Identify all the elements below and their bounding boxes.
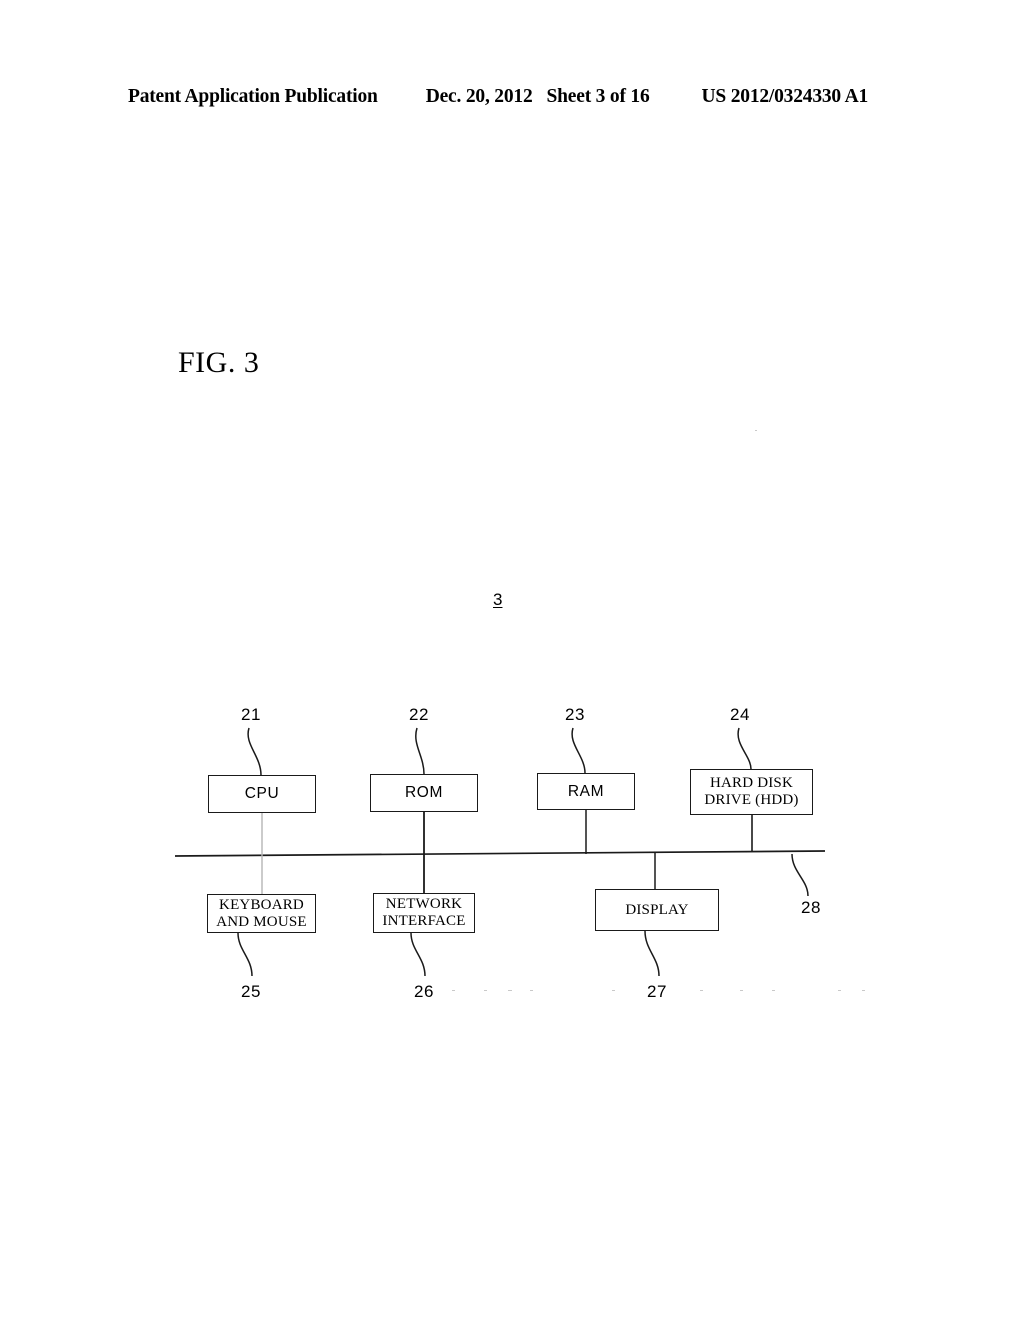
- leader-line-bus: [791, 853, 809, 897]
- reference-numeral-hard-disk-drive: 24: [730, 705, 750, 724]
- block-network-interface: NETWORK INTERFACE: [373, 893, 475, 933]
- reference-numeral-cpu: 21: [241, 705, 261, 724]
- scan-speckle: [508, 990, 512, 991]
- block-diagram: [0, 0, 1024, 1320]
- block-display-label: DISPLAY: [625, 901, 689, 918]
- scan-speckle: [452, 990, 455, 991]
- block-display: DISPLAY: [595, 889, 719, 931]
- leader-line-rom: [415, 727, 425, 775]
- block-network-interface-label: NETWORK INTERFACE: [382, 896, 466, 929]
- block-rom: ROM: [370, 774, 478, 812]
- reference-numeral-ram: 23: [565, 705, 585, 724]
- block-keyboard-and-mouse-label: KEYBOARD AND MOUSE: [216, 896, 307, 930]
- scan-speckle: [700, 990, 703, 991]
- scan-speckle: [530, 990, 533, 991]
- scan-speckle: [755, 430, 757, 431]
- leader-line-cpu: [247, 727, 262, 776]
- patent-drawing-page: Patent Application Publication Dec. 20, …: [0, 0, 1024, 1320]
- scan-speckle: [740, 990, 743, 991]
- block-cpu: CPU: [208, 775, 316, 813]
- block-hard-disk-drive: HARD DISK DRIVE (HDD): [690, 769, 813, 815]
- leader-line-keyboard: [237, 932, 253, 977]
- leader-line-ram: [571, 727, 586, 774]
- leader-line-hdd: [737, 727, 752, 770]
- reference-numeral-network-interface: 26: [414, 982, 434, 1001]
- block-rom-label: ROM: [405, 784, 443, 802]
- scan-speckle: [838, 990, 841, 991]
- reference-numeral-bus: 28: [801, 898, 821, 917]
- diagram-linework: [174, 727, 826, 977]
- scan-speckle: [862, 990, 865, 991]
- reference-numeral-keyboard-and-mouse: 25: [241, 982, 261, 1001]
- system-bus-line: [174, 850, 826, 857]
- block-cpu-label: CPU: [244, 785, 280, 803]
- block-keyboard-and-mouse: KEYBOARD AND MOUSE: [207, 894, 316, 933]
- block-ram: RAM: [537, 773, 635, 810]
- leader-line-network: [410, 932, 426, 977]
- reference-numeral-display: 27: [647, 982, 667, 1001]
- scan-speckle: [772, 990, 775, 991]
- block-ram-label: RAM: [567, 782, 605, 800]
- scan-speckle: [484, 990, 487, 991]
- block-hard-disk-drive-label: HARD DISK DRIVE (HDD): [704, 775, 799, 808]
- reference-numeral-rom: 22: [409, 705, 429, 724]
- scan-speckle: [612, 990, 615, 991]
- leader-line-display: [644, 930, 660, 977]
